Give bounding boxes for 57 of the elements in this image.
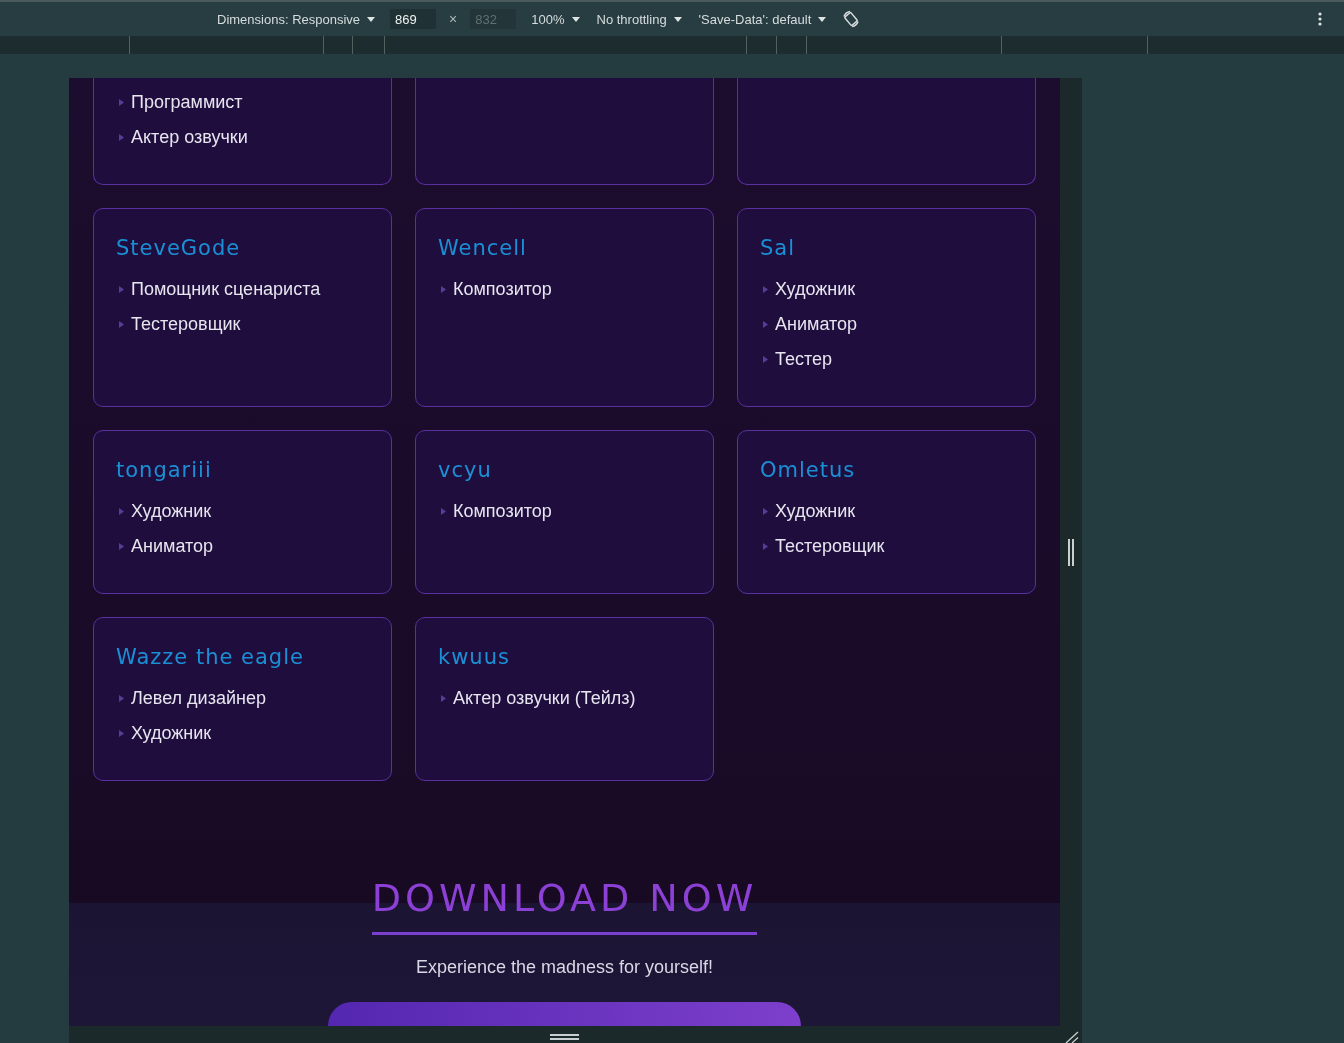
bullet-icon	[441, 286, 446, 293]
bullet-icon	[441, 508, 446, 515]
role-label: Художник	[775, 279, 856, 300]
caret-icon	[571, 16, 580, 22]
dropdown-button[interactable]: Dimensions: Responsive	[215, 10, 378, 28]
role-label: Программист	[131, 92, 243, 113]
member-name: Sal	[760, 235, 797, 261]
bullet-icon	[119, 543, 124, 550]
bullet-icon	[763, 508, 768, 515]
dropdown-button[interactable]: No throttling	[594, 10, 684, 28]
size-field[interactable]: 869	[390, 9, 437, 29]
member-name: SteveGode	[116, 235, 242, 261]
member-name: Omletus	[760, 457, 857, 483]
resize-corner-icon[interactable]	[1065, 1031, 1079, 1043]
dropdown-button[interactable]: 'Save-Data': default	[696, 10, 829, 28]
more-options-icon[interactable]	[1318, 12, 1322, 26]
dropdown-button[interactable]: 100%	[529, 10, 582, 28]
role-label: Актер озвучки	[131, 127, 248, 148]
download-subtitle: Experience the madness for yourself!	[415, 956, 714, 979]
role-label: Художник	[775, 501, 856, 522]
bullet-icon	[119, 321, 124, 328]
role-label: Аниматор	[131, 536, 214, 557]
role-label: Художник	[131, 501, 212, 522]
bullet-icon	[763, 356, 768, 363]
member-name: vcyu	[438, 457, 493, 483]
download-button[interactable]	[328, 1002, 801, 1026]
bullet-icon	[119, 508, 124, 515]
drag-handle-icon[interactable]	[550, 1033, 579, 1040]
role-label: Художник	[131, 723, 212, 744]
member-name: Wazze the eagle	[116, 644, 305, 670]
download-heading: DOWNLOAD NOW	[371, 878, 758, 935]
drag-handle-icon[interactable]	[1068, 538, 1074, 566]
member-name: tongariii	[116, 457, 213, 483]
bullet-icon	[119, 99, 124, 106]
bullet-icon	[763, 321, 768, 328]
bullet-icon	[119, 730, 124, 737]
caret-icon	[673, 16, 682, 22]
role-label: Тестер	[775, 349, 833, 370]
bullet-icon	[763, 543, 768, 550]
role-label: Аниматор	[775, 314, 858, 335]
bullet-icon	[119, 695, 124, 702]
bullet-icon	[119, 286, 124, 293]
role-label: Помощник сценариста	[131, 279, 321, 300]
role-label: Композитор	[453, 501, 552, 522]
bullet-icon	[119, 134, 124, 141]
role-label: Тестеровщик	[775, 536, 885, 557]
role-label: Тестеровщик	[131, 314, 241, 335]
role-label: Композитор	[453, 279, 552, 300]
times-sign: ×	[449, 11, 458, 27]
caret-icon	[818, 16, 827, 22]
bullet-icon	[763, 286, 768, 293]
member-name: kwuus	[438, 644, 511, 670]
member-name: Wencell	[438, 235, 528, 261]
role-label: Актер озвучки (Тейлз)	[453, 688, 636, 709]
role-label: Левел дизайнер	[131, 688, 266, 709]
bullet-icon	[441, 695, 446, 702]
caret-icon	[367, 16, 376, 22]
